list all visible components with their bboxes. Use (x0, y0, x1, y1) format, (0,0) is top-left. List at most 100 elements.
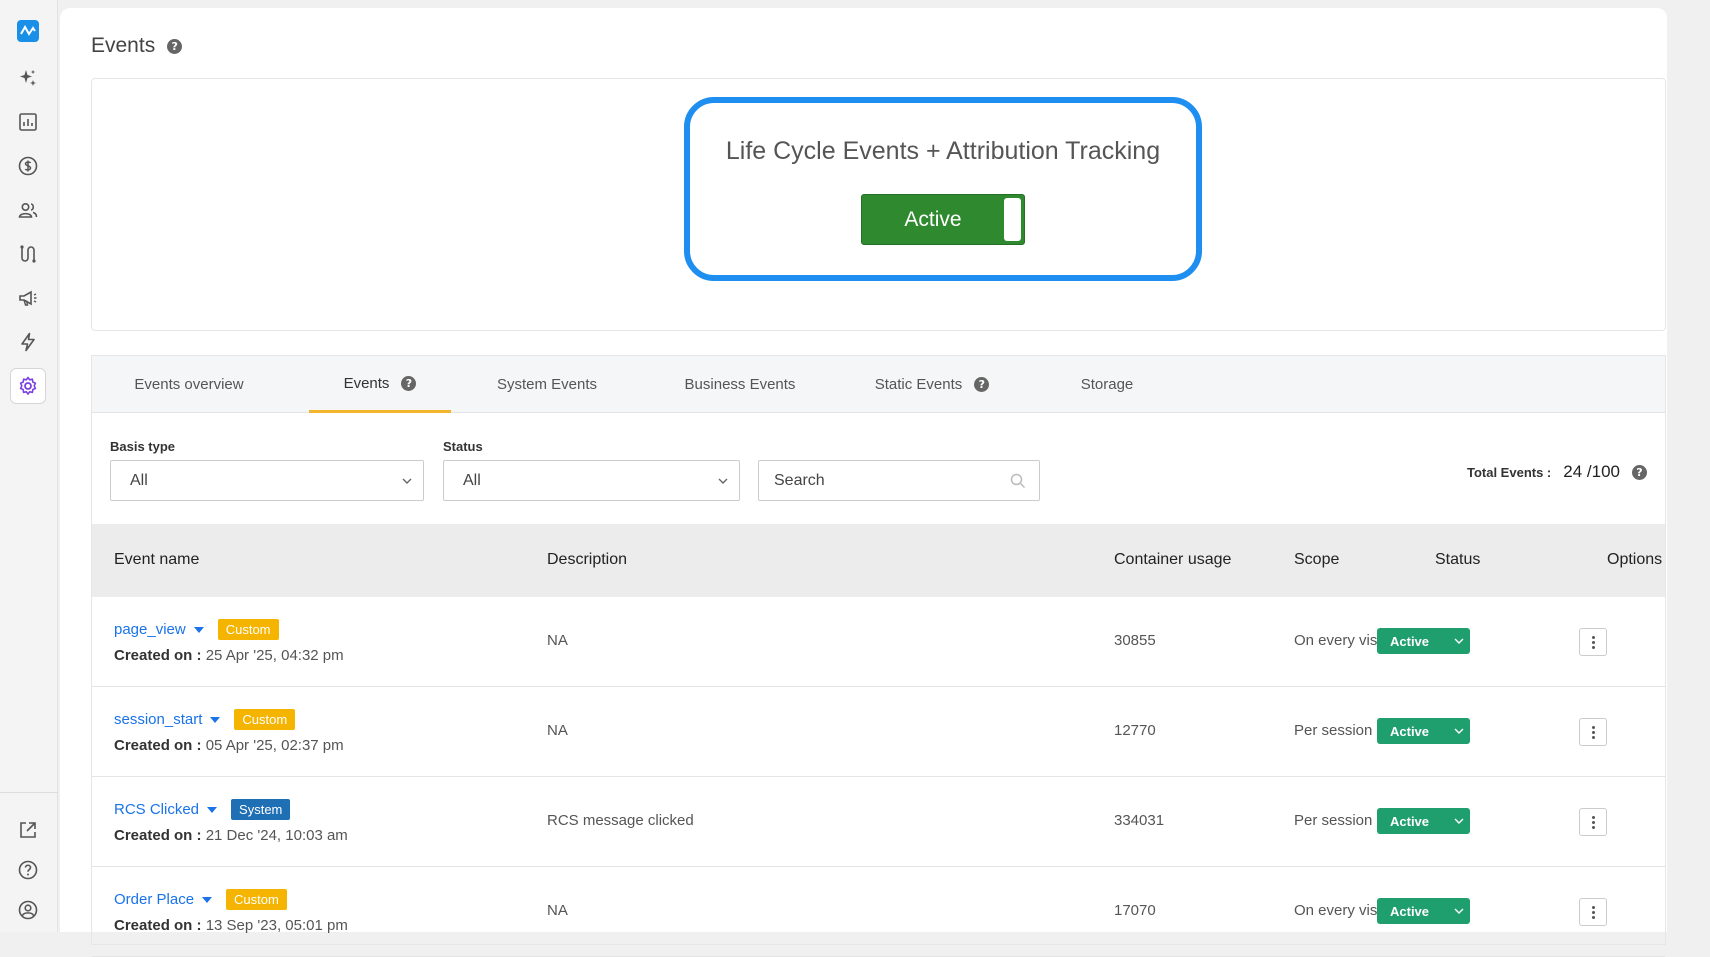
sidebar (0, 0, 58, 932)
event-scope: Per session (1294, 722, 1373, 739)
event-description: NA (547, 632, 568, 649)
help-icon[interactable]: ? (1632, 464, 1647, 480)
events-panel: Events overview Events ? System Events B… (91, 355, 1666, 957)
status-label: Status (443, 439, 483, 454)
event-scope: On every visit (1294, 632, 1385, 649)
created-on: Created on : 05 Apr '25, 02:37 pm (114, 737, 344, 754)
container-usage: 334031 (1114, 812, 1165, 829)
event-type-badge: Custom (234, 709, 296, 730)
status-select[interactable]: All (443, 460, 740, 501)
col-scope: Scope (1294, 551, 1340, 568)
filters: Basis type All Status All Search Total E… (92, 413, 1665, 521)
status-dropdown[interactable]: Active (1377, 808, 1470, 834)
lifecycle-title: Life Cycle Events + Attribution Tracking (725, 137, 1161, 165)
search-icon (1010, 473, 1026, 489)
tab-label: Business Events (684, 376, 796, 393)
created-label: Created on : (114, 647, 202, 664)
lifecycle-panel: Life Cycle Events + Attribution Tracking… (91, 78, 1666, 331)
event-scope: Per session (1294, 812, 1373, 829)
event-type-badge: Custom (226, 889, 287, 910)
tab-system-events[interactable]: System Events (472, 356, 622, 413)
col-options: Options (1607, 551, 1663, 568)
help-icon[interactable]: ? (401, 375, 417, 391)
tab-storage[interactable]: Storage (1047, 356, 1167, 413)
help-icon[interactable]: ? (167, 38, 183, 54)
container-usage: 12770 (1114, 722, 1156, 739)
dollar-icon[interactable] (10, 148, 46, 184)
tab-bar: Events overview Events ? System Events B… (92, 356, 1665, 413)
options-button[interactable] (1579, 628, 1607, 656)
created-date: 13 Sep '23, 05:01 pm (205, 917, 348, 934)
event-name[interactable]: RCS Clicked System (114, 799, 291, 820)
chevron-down-icon (1454, 638, 1464, 644)
tab-static-events[interactable]: Static Events ? (852, 356, 1012, 413)
chevron-down-icon (402, 478, 412, 484)
created-date: 05 Apr '25, 02:37 pm (205, 737, 344, 754)
report-icon[interactable] (10, 104, 46, 140)
status-dropdown[interactable]: Active (1377, 898, 1470, 924)
page-title-text: Events (91, 34, 156, 57)
total-events: Total Events : 24 /100 ? (1467, 462, 1647, 482)
col-description: Description (547, 551, 628, 568)
chevron-down-icon (718, 478, 728, 484)
event-name-link[interactable]: RCS Clicked (114, 801, 199, 818)
lifecycle-highlight: Life Cycle Events + Attribution Tracking… (684, 97, 1202, 281)
lifecycle-toggle[interactable]: Active (861, 194, 1025, 245)
options-button[interactable] (1579, 718, 1607, 746)
event-type-badge: System (231, 799, 291, 820)
container-usage: 30855 (1114, 632, 1156, 649)
table-row: page_view Custom Created on : 25 Apr '25… (92, 597, 1665, 687)
tab-events[interactable]: Events ? (309, 356, 451, 413)
tab-events-overview[interactable]: Events overview (114, 356, 264, 413)
event-name[interactable]: session_start Custom (114, 709, 296, 730)
event-name-link[interactable]: Order Place (114, 891, 194, 908)
created-label: Created on : (114, 827, 202, 844)
total-events-label: Total Events : (1466, 464, 1552, 480)
journey-icon[interactable] (10, 236, 46, 272)
users-icon[interactable] (10, 192, 46, 228)
table-row: Order Place Custom Created on : 13 Sep '… (92, 867, 1665, 957)
created-on: Created on : 21 Dec '24, 10:03 am (114, 827, 348, 844)
status-text: Active (1390, 813, 1430, 829)
settings-icon[interactable] (10, 368, 46, 404)
status-text: Active (1390, 903, 1430, 919)
event-name[interactable]: Order Place Custom (114, 889, 287, 910)
tab-label: Storage (1080, 376, 1134, 393)
help-icon[interactable]: ? (974, 377, 990, 392)
status-dropdown[interactable]: Active (1377, 628, 1470, 654)
megaphone-icon[interactable] (10, 280, 46, 316)
created-on: Created on : 13 Sep '23, 05:01 pm (114, 917, 348, 934)
help-icon[interactable] (10, 852, 46, 888)
created-label: Created on : (114, 917, 202, 934)
created-date: 25 Apr '25, 04:32 pm (205, 647, 344, 664)
toggle-knob (1004, 198, 1021, 241)
event-name-link[interactable]: page_view (114, 621, 186, 638)
tab-business-events[interactable]: Business Events (660, 356, 820, 413)
lightning-icon[interactable] (10, 324, 46, 360)
created-label: Created on : (114, 737, 202, 754)
table-row: RCS Clicked System Created on : 21 Dec '… (92, 777, 1665, 867)
status-value: All (463, 471, 481, 489)
total-events-count: 24 /100 (1563, 462, 1620, 481)
event-type-badge: Custom (217, 619, 279, 640)
caret-down-icon[interactable] (207, 806, 218, 813)
event-name-link[interactable]: session_start (114, 711, 202, 728)
event-name[interactable]: page_view Custom (114, 619, 279, 640)
search-input[interactable]: Search (758, 460, 1040, 501)
basis-type-select[interactable]: All (110, 460, 424, 501)
status-dropdown[interactable]: Active (1377, 718, 1470, 744)
created-on: Created on : 25 Apr '25, 04:32 pm (114, 647, 344, 664)
sparkle-icon[interactable] (10, 60, 46, 96)
table-header: Event name Description Container usage S… (92, 524, 1665, 597)
external-link-icon[interactable] (10, 812, 46, 848)
caret-down-icon[interactable] (210, 716, 221, 723)
event-scope: On every visit (1294, 902, 1385, 919)
account-icon[interactable] (10, 892, 46, 928)
tab-label: Static Events (874, 376, 963, 393)
caret-down-icon[interactable] (193, 626, 204, 633)
caret-down-icon[interactable] (202, 896, 213, 903)
options-button[interactable] (1579, 808, 1607, 836)
app-logo-icon[interactable] (10, 13, 46, 49)
options-button[interactable] (1579, 898, 1607, 926)
chevron-down-icon (1454, 908, 1464, 914)
